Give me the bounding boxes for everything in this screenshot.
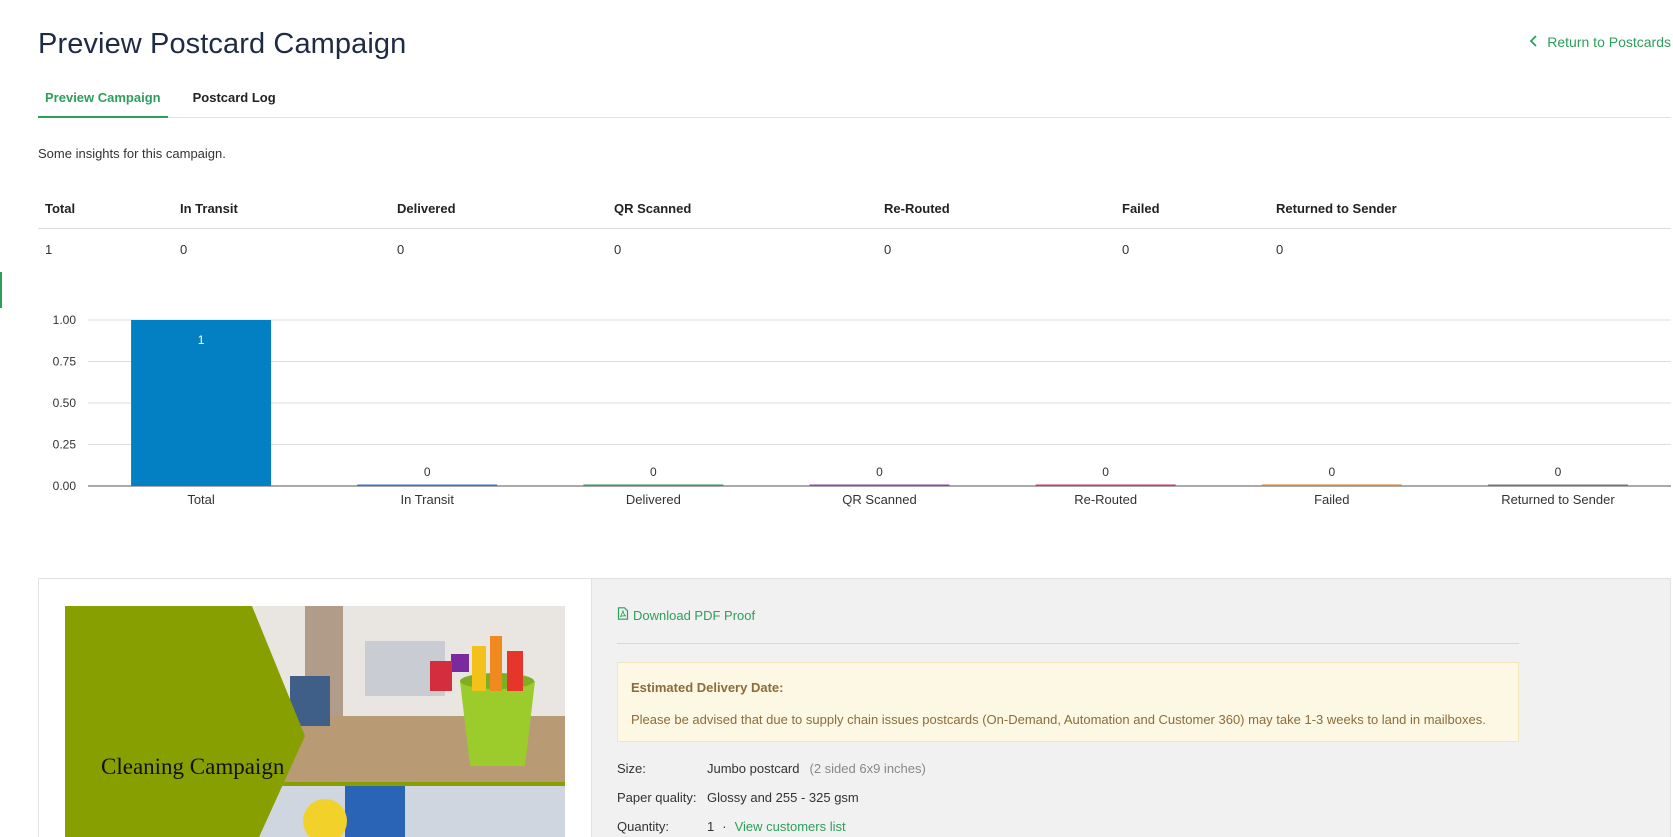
quantity-label: Quantity: — [617, 819, 670, 834]
stats-header-row: Total In Transit Delivered QR Scanned Re… — [38, 193, 1671, 229]
status-bar-chart: 0.00 0.25 0.50 0.75 1.00 1 Total 0 In Transit 0 De… — [0, 300, 1673, 520]
size-sub: (2 sided 6x9 inches) — [809, 761, 926, 776]
bar-delivered — [583, 484, 724, 486]
y-tick-label: 1.00 — [53, 313, 77, 327]
info-divider — [617, 643, 1519, 644]
bar-re-routed — [1035, 484, 1176, 486]
delivery-notice: Estimated Delivery Date: Please be advis… — [617, 662, 1519, 742]
stats-value-in-transit: 0 — [180, 242, 188, 257]
stats-header-returned: Returned to Sender — [1276, 201, 1397, 216]
x-tick-label: Returned to Sender — [1501, 492, 1615, 507]
x-tick-label: Delivered — [626, 492, 681, 507]
stats-value-re-routed: 0 — [884, 242, 892, 257]
chevron-left-icon — [1529, 34, 1539, 50]
stats-header-in-transit: In Transit — [180, 201, 238, 216]
data-label: 0 — [424, 465, 431, 479]
notice-title: Estimated Delivery Date: — [631, 680, 784, 695]
size-row: Size: Jumbo postcard (2 sided 6x9 inches… — [617, 761, 926, 776]
tab-bar: Preview Campaign Postcard Log — [38, 82, 1671, 118]
tab-postcard-log[interactable]: Postcard Log — [186, 82, 283, 118]
return-to-postcards-link[interactable]: Return to Postcards — [1529, 34, 1671, 50]
stats-value-total: 1 — [45, 242, 53, 257]
download-label: Download PDF Proof — [633, 607, 756, 623]
postcard-preview-column: Cleaning Campaign — [39, 579, 592, 837]
paper-label: Paper quality: — [617, 790, 697, 805]
stats-header-re-routed: Re-Routed — [884, 201, 950, 216]
campaign-detail-panel: Cleaning Campaign Download PDF Proof Est… — [38, 578, 1671, 837]
download-pdf-proof-link[interactable]: Download PDF Proof — [617, 607, 755, 623]
bar-failed — [1261, 484, 1402, 486]
postcard-info-column: Download PDF Proof Estimated Delivery Da… — [592, 579, 1670, 837]
stats-header-failed: Failed — [1122, 201, 1160, 216]
data-label: 0 — [1102, 465, 1109, 479]
data-label: 1 — [198, 333, 205, 347]
bar-qr-scanned — [809, 484, 950, 486]
notice-body: Please be advised that due to supply cha… — [631, 712, 1486, 727]
pdf-file-icon — [617, 607, 629, 623]
status-bar-chart-svg: 0.00 0.25 0.50 0.75 1.00 1 Total 0 In Transit 0 De… — [53, 313, 1671, 507]
y-tick-label: 0.00 — [53, 479, 77, 493]
view-customers-list-link[interactable]: View customers list — [735, 819, 846, 834]
insights-text: Some insights for this campaign. — [38, 146, 226, 161]
paper-value: Glossy and 255 - 325 gsm — [707, 790, 859, 805]
data-label: 0 — [1328, 465, 1335, 479]
return-link-label: Return to Postcards — [1547, 34, 1671, 50]
stats-header-delivered: Delivered — [397, 201, 456, 216]
size-value: Jumbo postcard — [707, 761, 800, 776]
quantity-value: 1 — [707, 819, 715, 834]
y-tick-label: 0.75 — [53, 355, 77, 369]
bar-in-transit — [357, 484, 498, 486]
stats-value-delivered: 0 — [397, 242, 405, 257]
stats-table: Total In Transit Delivered QR Scanned Re… — [38, 193, 1671, 257]
postcard-image: Cleaning Campaign — [65, 606, 565, 837]
x-tick-label: Total — [187, 492, 215, 507]
data-label: 0 — [650, 465, 657, 479]
x-tick-label: Re-Routed — [1074, 492, 1137, 507]
postcard-title: Cleaning Campaign — [101, 754, 285, 779]
tab-preview-campaign[interactable]: Preview Campaign — [38, 82, 168, 118]
y-tick-label: 0.50 — [53, 396, 77, 410]
quantity-row: Quantity: 1 · View customers list — [617, 819, 846, 834]
data-label: 0 — [876, 465, 883, 479]
stats-value-returned: 0 — [1276, 242, 1284, 257]
y-tick-label: 0.25 — [53, 438, 77, 452]
stats-header-qr-scanned: QR Scanned — [614, 201, 692, 216]
stats-value-failed: 0 — [1122, 242, 1130, 257]
size-label: Size: — [617, 761, 646, 776]
quantity-separator: · — [722, 819, 727, 834]
x-tick-label: Failed — [1314, 492, 1349, 507]
data-label: 0 — [1555, 465, 1562, 479]
page-title: Preview Postcard Campaign — [38, 28, 407, 60]
bar-returned-to-sender — [1487, 484, 1628, 486]
x-tick-label: In Transit — [400, 492, 454, 507]
x-tick-label: QR Scanned — [842, 492, 916, 507]
stats-header-total: Total — [45, 201, 76, 216]
paper-row: Paper quality: Glossy and 255 - 325 gsm — [617, 790, 859, 805]
stats-value-qr-scanned: 0 — [614, 242, 622, 257]
